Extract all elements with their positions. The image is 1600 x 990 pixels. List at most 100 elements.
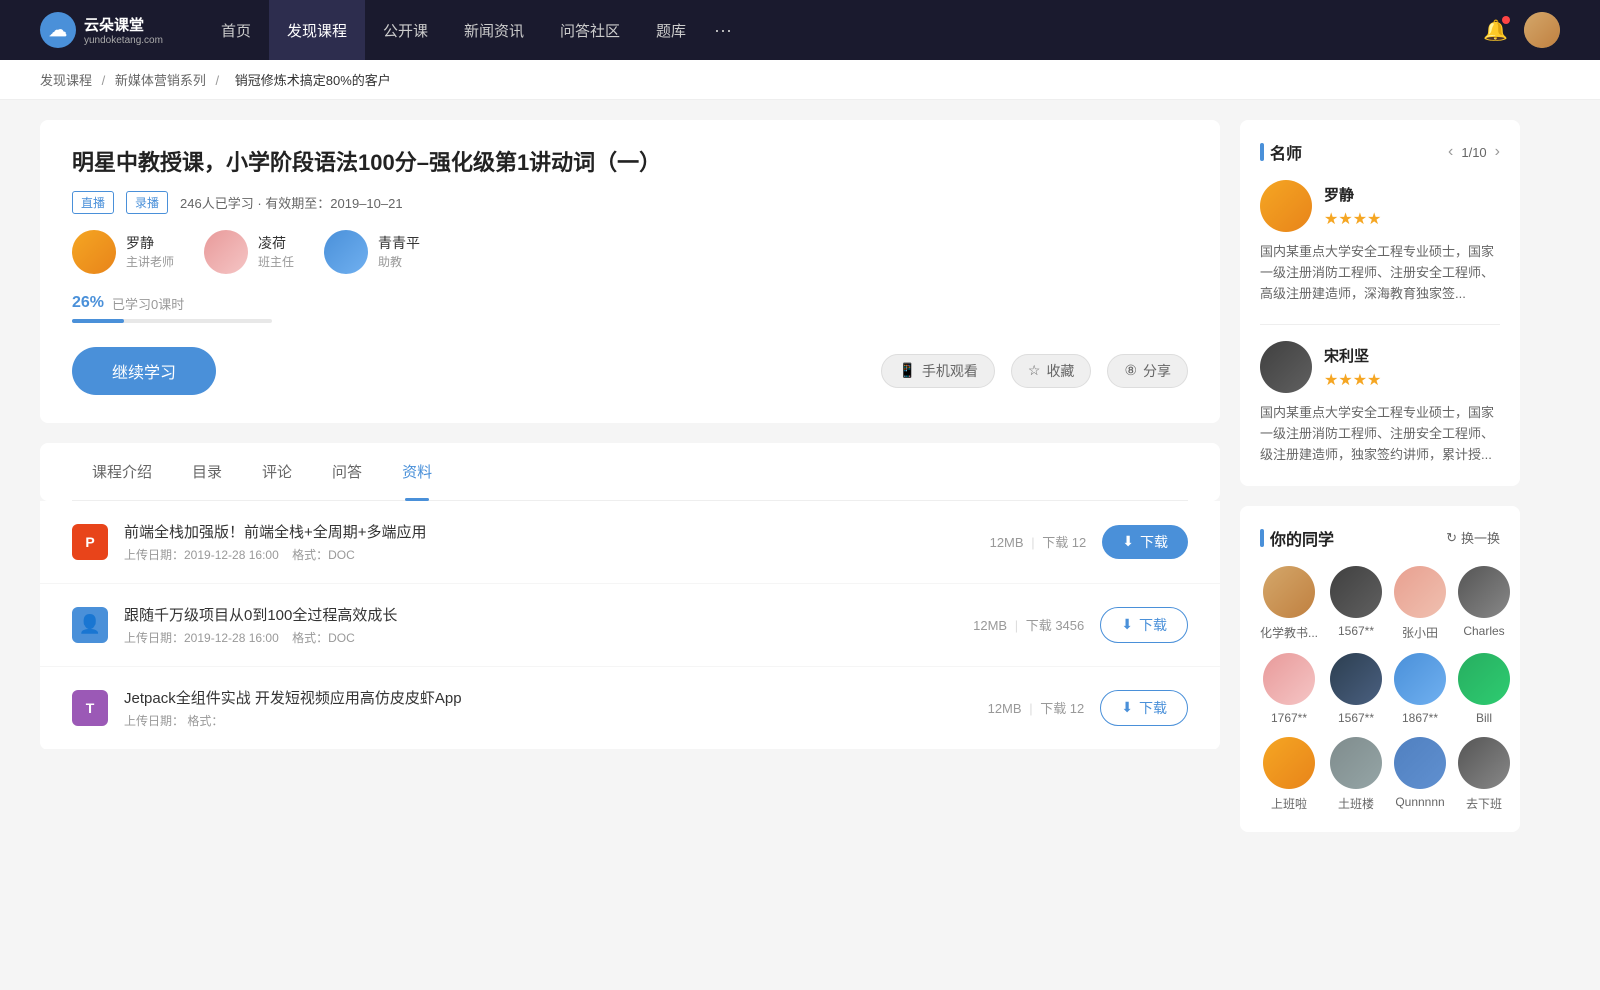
header: ☁ 云朵课堂 yundoketang.com 首页 发现课程 公开课 新闻资讯 … (0, 0, 1600, 60)
classmate-9[interactable]: 土班楼 (1330, 737, 1382, 812)
teacher-avatar-0 (72, 230, 116, 274)
classmate-3[interactable]: Charles (1458, 566, 1510, 641)
classmate-7[interactable]: Bill (1458, 653, 1510, 725)
user-avatar[interactable] (1524, 12, 1560, 48)
download-btn-1[interactable]: ⬇ 下载 (1100, 607, 1188, 643)
file-icon-0: P (72, 524, 108, 560)
nav-more[interactable]: ··· (704, 20, 742, 41)
classmate-avatar-8 (1263, 737, 1315, 789)
teacher-role-2: 助教 (378, 253, 420, 270)
right-column: 名师 ‹ 1/10 › 罗静 ★★★★ 国内某 (1240, 120, 1520, 852)
breadcrumb-link-discover[interactable]: 发现课程 (40, 73, 92, 88)
tab-qa[interactable]: 问答 (312, 443, 382, 500)
nav-qa[interactable]: 问答社区 (542, 0, 638, 60)
action-btns: 📱 手机观看 ☆ 收藏 ⑧ 分享 (881, 354, 1188, 388)
classmate-name-6: 1867** (1394, 711, 1446, 725)
breadcrumb-sep-1: / (102, 73, 109, 88)
tab-material[interactable]: 资料 (382, 443, 452, 500)
file-name-1: 跟随千万级项目从0到100全过程高效成长 (124, 604, 957, 625)
breadcrumb: 发现课程 / 新媒体营销系列 / 销冠修炼术搞定80%的客户 (0, 60, 1600, 100)
file-name-0: 前端全栈加强版！前端全栈+全周期+多端应用 (124, 521, 974, 542)
teacher-card-avatar-0 (1260, 180, 1312, 232)
teachers-panel-header: 名师 ‹ 1/10 › (1260, 140, 1500, 164)
tabs-section: 课程介绍 目录 评论 问答 资料 (40, 443, 1220, 501)
main-layout: 明星中教授课，小学阶段语法100分–强化级第1讲动词（一） 直播 录播 246人… (0, 100, 1560, 872)
breadcrumb-current: 销冠修炼术搞定80%的客户 (235, 73, 391, 88)
file-size-1: 12MB | 下载 3456 (973, 615, 1084, 634)
logo[interactable]: ☁ 云朵课堂 yundoketang.com (40, 12, 163, 48)
nav-open[interactable]: 公开课 (365, 0, 446, 60)
teacher-card-stars-1: ★★★★ (1324, 370, 1381, 390)
classmate-avatar-7 (1458, 653, 1510, 705)
nav-quiz[interactable]: 题库 (638, 0, 704, 60)
file-size-0: 12MB | 下载 12 (990, 532, 1087, 551)
classmate-avatar-9 (1330, 737, 1382, 789)
download-icon-0: ⬇ (1122, 533, 1134, 550)
classmate-avatar-0 (1263, 566, 1315, 618)
classmate-0[interactable]: 化学教书... (1260, 566, 1318, 641)
classmate-avatar-6 (1394, 653, 1446, 705)
classmate-name-8: 上班啦 (1260, 795, 1318, 812)
tab-intro[interactable]: 课程介绍 (72, 443, 172, 500)
classmate-4[interactable]: 1767** (1260, 653, 1318, 725)
nav-news[interactable]: 新闻资讯 (446, 0, 542, 60)
teachers-next-btn[interactable]: › (1495, 143, 1500, 161)
classmate-name-4: 1767** (1260, 711, 1318, 725)
course-stats: 246人已学习 · 有效期至：2019–10–21 (180, 193, 403, 212)
tab-review[interactable]: 评论 (242, 443, 312, 500)
refresh-icon: ↻ (1446, 530, 1457, 546)
classmate-2[interactable]: 张小田 (1394, 566, 1446, 641)
file-meta-2: 上传日期： 格式： (124, 712, 972, 729)
share-btn[interactable]: ⑧ 分享 (1107, 354, 1188, 388)
classmate-6[interactable]: 1867** (1394, 653, 1446, 725)
download-btn-2[interactable]: ⬇ 下载 (1100, 690, 1188, 726)
classmate-8[interactable]: 上班啦 (1260, 737, 1318, 812)
progress-label: 26% 已学习0课时 (72, 294, 1188, 313)
tab-catalog[interactable]: 目录 (172, 443, 242, 500)
classmate-10[interactable]: Qunnnnn (1394, 737, 1446, 812)
download-btn-0[interactable]: ⬇ 下载 (1102, 525, 1188, 559)
classmate-name-2: 张小田 (1394, 624, 1446, 641)
badge-record: 录播 (126, 191, 168, 214)
teacher-role-0: 主讲老师 (126, 253, 174, 270)
teacher-card-desc-1: 国内某重点大学安全工程专业硕士，国家一级注册消防工程师、注册安全工程师、级注册建… (1260, 403, 1500, 465)
classmate-name-0: 化学教书... (1260, 624, 1318, 641)
teacher-name-1: 凌荷 (258, 233, 294, 253)
teachers-list: 罗静 主讲老师 凌荷 班主任 青青平 助教 (72, 230, 1188, 274)
classmate-name-1: 1567** (1330, 624, 1382, 638)
teacher-card-avatar-1 (1260, 341, 1312, 393)
collect-btn[interactable]: ☆ 收藏 (1011, 354, 1092, 388)
classmate-name-5: 1567** (1330, 711, 1382, 725)
continue-btn[interactable]: 继续学习 (72, 347, 216, 395)
refresh-btn[interactable]: ↻ 换一换 (1446, 528, 1500, 547)
avatar-image (1524, 12, 1560, 48)
teachers-prev-btn[interactable]: ‹ (1448, 143, 1453, 161)
classmate-avatar-4 (1263, 653, 1315, 705)
teachers-panel-nav: ‹ 1/10 › (1448, 143, 1500, 161)
teacher-avatar-2 (324, 230, 368, 274)
teacher-name-2: 青青平 (378, 233, 420, 253)
nav-discover[interactable]: 发现课程 (269, 0, 365, 60)
logo-icon: ☁ (40, 12, 76, 48)
classmate-avatar-5 (1330, 653, 1382, 705)
progress-bar-fill (72, 319, 124, 323)
nav-home[interactable]: 首页 (203, 0, 269, 60)
mobile-view-btn[interactable]: 📱 手机观看 (881, 354, 994, 388)
teacher-name-0: 罗静 (126, 233, 174, 253)
teacher-role-1: 班主任 (258, 253, 294, 270)
download-icon-2: ⬇ (1121, 699, 1133, 716)
logo-text: 云朵课堂 yundoketang.com (84, 14, 163, 46)
nav: 首页 发现课程 公开课 新闻资讯 问答社区 题库 ··· (203, 0, 1483, 60)
classmate-5[interactable]: 1567** (1330, 653, 1382, 725)
classmate-11[interactable]: 去下班 (1458, 737, 1510, 812)
teachers-page: 1/10 (1461, 145, 1486, 160)
teacher-avatar-1 (204, 230, 248, 274)
bell-icon[interactable]: 🔔 (1483, 18, 1508, 43)
file-meta-0: 上传日期：2019-12-28 16:00 格式：DOC (124, 546, 974, 563)
classmate-1[interactable]: 1567** (1330, 566, 1382, 641)
file-icon-2: T (72, 690, 108, 726)
file-info-0: 前端全栈加强版！前端全栈+全周期+多端应用 上传日期：2019-12-28 16… (124, 521, 974, 563)
classmate-avatar-10 (1394, 737, 1446, 789)
progress-text: 已学习0课时 (112, 294, 184, 313)
breadcrumb-link-series[interactable]: 新媒体营销系列 (115, 73, 206, 88)
